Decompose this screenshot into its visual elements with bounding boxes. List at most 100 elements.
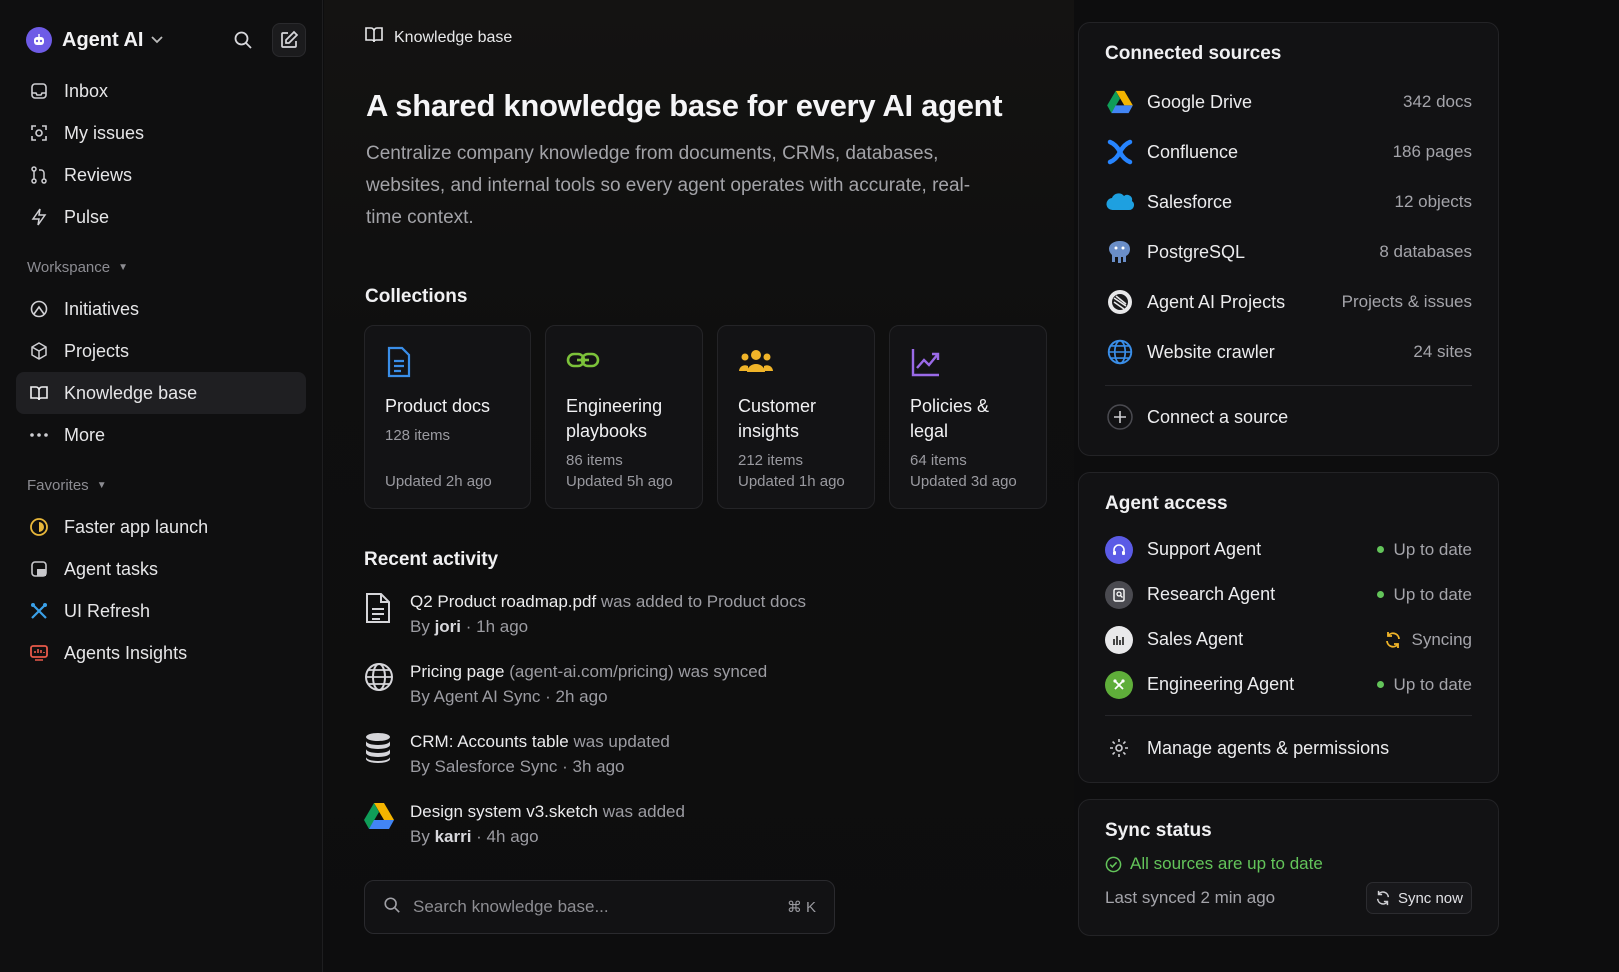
compose-icon[interactable] xyxy=(272,23,306,57)
nav-label: Agents Insights xyxy=(64,642,188,663)
collections-grid: Product docs 128 items Updated 2h ago En… xyxy=(364,325,1047,509)
caret-down-icon: ▼ xyxy=(118,261,128,273)
nav-item-knowledge-base[interactable]: Knowledge base xyxy=(16,372,306,414)
source-row-agent-ai-projects[interactable]: Agent AI Projects Projects & issues xyxy=(1105,277,1472,327)
nav-item-inbox[interactable]: Inbox xyxy=(16,70,306,112)
syncing-icon xyxy=(1384,631,1402,649)
collection-card-engineering-playbooks[interactable]: Engineering playbooks 86 items Updated 5… xyxy=(545,325,703,509)
connect-source-label: Connect a source xyxy=(1147,406,1289,427)
source-name: Salesforce xyxy=(1147,191,1233,212)
activity-action: was updated xyxy=(568,732,670,751)
chevron-down-icon xyxy=(151,33,164,47)
source-row-confluence[interactable]: Confluence 186 pages xyxy=(1105,127,1472,177)
nav-label: Knowledge base xyxy=(64,382,198,403)
collection-count: 128 items xyxy=(385,427,451,444)
collection-card-customer-insights[interactable]: Customer insights 212 items Updated 1h a… xyxy=(717,325,875,509)
users-icon xyxy=(738,346,854,380)
sales-avatar-icon xyxy=(1105,625,1133,654)
collection-updated: Updated 5h ago xyxy=(566,473,673,490)
research-avatar-icon xyxy=(1105,580,1133,609)
workspace-nav: Initiatives Projects Knowledge base More xyxy=(16,288,306,456)
search-placeholder: Search knowledge base... xyxy=(413,897,609,916)
manage-agents-button[interactable]: Manage agents & permissions xyxy=(1105,722,1472,774)
sync-status-line: All sources are up to date xyxy=(1105,854,1472,874)
source-count: 12 objects xyxy=(1394,192,1473,211)
collection-count: 64 items xyxy=(910,452,967,469)
activity-item[interactable]: Design system v3.sketch was added By kar… xyxy=(364,800,1024,870)
agent-status-label: Up to date xyxy=(1393,584,1472,604)
agent-access-panel: Agent access Support Agent Up to date Re… xyxy=(1078,472,1499,783)
target-icon xyxy=(28,122,50,144)
search-icon[interactable] xyxy=(226,23,260,57)
source-name: Agent AI Projects xyxy=(1147,291,1286,312)
primary-nav: Inbox My issues Reviews Pulse xyxy=(16,70,306,238)
search-input[interactable]: Search knowledge base... ⌘ K xyxy=(364,880,835,934)
nav-item-faster-app-launch[interactable]: Faster app launch xyxy=(16,506,306,548)
agent-name: Research Agent xyxy=(1147,584,1276,604)
workspace-section-toggle[interactable]: Workspance ▼ xyxy=(16,252,306,282)
collection-card-policies-legal[interactable]: Policies & legal 64 items Updated 3d ago xyxy=(889,325,1047,509)
activity-item[interactable]: Q2 Product roadmap.pdf was added to Prod… xyxy=(364,590,1024,660)
activity-user[interactable]: jori xyxy=(435,617,461,636)
sync-now-label: Sync now xyxy=(1397,889,1463,907)
source-row-google-drive[interactable]: Google Drive 342 docs xyxy=(1105,77,1472,127)
agent-status: Up to date xyxy=(1376,584,1472,605)
page-description: Centralize company knowledge from docume… xyxy=(366,143,971,228)
google-drive-icon xyxy=(1105,87,1135,117)
nav-label: Agent tasks xyxy=(64,558,159,579)
activity-item[interactable]: Pricing page (agent-ai.com/pricing) was … xyxy=(364,660,1024,730)
sync-now-button[interactable]: Sync now xyxy=(1365,882,1472,914)
source-row-salesforce[interactable]: Salesforce 12 objects xyxy=(1105,177,1472,227)
agent-row-sales[interactable]: Sales Agent Syncing xyxy=(1105,617,1472,662)
nav-label: UI Refresh xyxy=(64,600,151,621)
source-list: Google Drive 342 docs Confluence 186 pag… xyxy=(1105,77,1472,377)
agent-name: Support Agent xyxy=(1147,539,1262,559)
activity-target[interactable]: Q2 Product roadmap.pdf xyxy=(410,592,596,611)
book-icon xyxy=(28,382,50,404)
nav-item-more[interactable]: More xyxy=(16,414,306,456)
recent-activity-heading: Recent activity xyxy=(364,549,499,570)
google-drive-icon xyxy=(364,800,410,870)
nav-item-ui-refresh[interactable]: UI Refresh xyxy=(16,590,306,632)
agent-row-research[interactable]: Research Agent Up to date xyxy=(1105,572,1472,617)
activity-target[interactable]: Design system v3.sketch xyxy=(410,802,598,821)
agent-status: Syncing xyxy=(1384,630,1472,650)
favorites-nav: Faster app launch Agent tasks UI Refresh… xyxy=(16,506,306,674)
agent-status: Up to date xyxy=(1376,540,1472,560)
agent-row-support[interactable]: Support Agent Up to date xyxy=(1105,527,1472,572)
connect-source-button[interactable]: Connect a source xyxy=(1105,392,1472,442)
source-row-website-crawler[interactable]: Website crawler 24 sites xyxy=(1105,327,1472,377)
nav-item-agents-insights[interactable]: Agents Insights xyxy=(16,632,306,674)
activity-item[interactable]: CRM: Accounts table was updated By Sales… xyxy=(364,730,1024,800)
nav-item-reviews[interactable]: Reviews xyxy=(16,154,306,196)
activity-user[interactable]: karri xyxy=(435,827,472,846)
collection-title: Engineering playbooks xyxy=(566,396,663,441)
nav-label: Initiatives xyxy=(64,298,140,319)
activity-by: By xyxy=(410,827,430,846)
caret-down-icon: ▼ xyxy=(96,479,107,491)
source-row-postgresql[interactable]: PostgreSQL 8 databases xyxy=(1105,227,1472,277)
nav-item-agent-tasks[interactable]: Agent tasks xyxy=(16,548,306,590)
activity-target[interactable]: Pricing page xyxy=(410,662,505,681)
nav-item-initiatives[interactable]: Initiatives xyxy=(16,288,306,330)
activity-by: By Agent AI Sync · 2h ago xyxy=(410,687,608,706)
connected-sources-panel: Connected sources Google Drive 342 docs … xyxy=(1078,22,1499,456)
source-name: Google Drive xyxy=(1147,91,1253,112)
nav-item-pulse[interactable]: Pulse xyxy=(16,196,306,238)
search-icon xyxy=(383,896,401,919)
section-label: Workspance xyxy=(27,258,111,276)
pulse-icon xyxy=(28,206,50,228)
nav-item-my-issues[interactable]: My issues xyxy=(16,112,306,154)
nav-item-projects[interactable]: Projects xyxy=(16,330,306,372)
sync-status-panel: Sync status All sources are up to date L… xyxy=(1078,799,1499,936)
favorites-section-toggle[interactable]: Favorites ▼ xyxy=(16,470,306,500)
main-content: Knowledge base A shared knowledge base f… xyxy=(324,0,1074,972)
collection-card-product-docs[interactable]: Product docs 128 items Updated 2h ago xyxy=(364,325,531,509)
crossed-tools-icon xyxy=(28,600,50,622)
activity-target[interactable]: CRM: Accounts table xyxy=(410,732,569,751)
plus-icon xyxy=(1105,402,1135,432)
agent-status-label: Syncing xyxy=(1411,629,1472,649)
workspace-switcher[interactable]: Agent AI xyxy=(16,22,306,58)
breadcrumb[interactable]: Knowledge base xyxy=(364,26,512,49)
agent-row-engineering[interactable]: Engineering Agent Up to date xyxy=(1105,662,1472,707)
